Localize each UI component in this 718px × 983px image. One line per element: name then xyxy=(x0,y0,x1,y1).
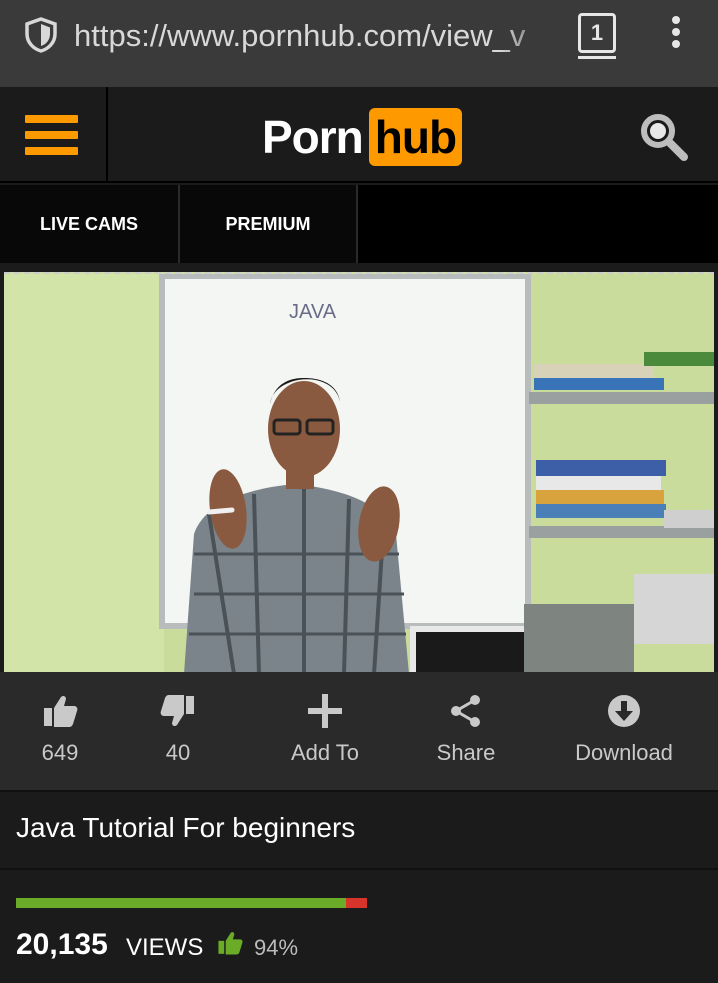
rating-bar-positive xyxy=(16,898,346,908)
dislike-count: 40 xyxy=(165,740,191,765)
site-logo[interactable]: Porn hub xyxy=(262,107,463,167)
share-label: Share xyxy=(436,740,496,765)
rating-percent: 94% xyxy=(254,935,299,960)
download-label: Download xyxy=(575,740,673,765)
rating-bar xyxy=(16,898,367,908)
logo-text-badge: hub xyxy=(368,108,463,166)
thumbs-up-rating-icon xyxy=(218,932,243,955)
url-field[interactable]: https://www.pornhub.com/view_v xyxy=(74,14,554,58)
video-actions-bar: 649 40 Add To Share Download xyxy=(0,672,718,792)
video-stats: 20,135 VIEWS 94% xyxy=(0,872,718,983)
more-vertical-icon[interactable] xyxy=(668,16,684,52)
top-nav: LIVE CAMS PREMIUM xyxy=(0,185,718,263)
video-title-row: Java Tutorial For beginners xyxy=(0,794,718,870)
video-title: Java Tutorial For beginners xyxy=(16,812,356,843)
add-to-button[interactable]: Add To xyxy=(278,694,372,766)
whiteboard-text: JAVA xyxy=(289,301,337,323)
nav-spacer xyxy=(358,185,718,263)
nav-item-live-cams[interactable]: LIVE CAMS xyxy=(0,185,180,263)
hamburger-menu-icon[interactable] xyxy=(0,87,108,183)
browser-address-bar: https://www.pornhub.com/view_v 1 xyxy=(0,0,718,87)
download-icon xyxy=(608,695,640,727)
tabs-button[interactable]: 1 xyxy=(578,13,616,53)
plus-icon xyxy=(308,694,342,728)
share-button[interactable]: Share xyxy=(428,694,504,766)
views-label: VIEWS xyxy=(126,934,204,961)
views-count: 20,135 xyxy=(16,928,108,961)
thumbs-up-icon xyxy=(44,695,78,727)
video-player[interactable]: JAVA xyxy=(4,272,714,672)
like-button[interactable]: 649 xyxy=(30,694,90,766)
add-to-label: Add To xyxy=(290,740,360,765)
thumbs-down-icon xyxy=(160,695,194,727)
site-header: Porn hub xyxy=(0,87,718,183)
download-button[interactable]: Download xyxy=(566,694,682,766)
share-icon xyxy=(451,695,480,727)
like-count: 649 xyxy=(41,740,79,765)
dislike-button[interactable]: 40 xyxy=(148,694,208,766)
shield-icon[interactable] xyxy=(24,17,58,53)
video-thumbnail: JAVA xyxy=(4,274,714,672)
logo-text-primary: Porn xyxy=(262,111,364,163)
search-icon[interactable] xyxy=(636,109,692,165)
nav-item-premium[interactable]: PREMIUM xyxy=(180,185,358,263)
tabs-icon xyxy=(578,56,616,59)
url-fade xyxy=(500,14,560,58)
